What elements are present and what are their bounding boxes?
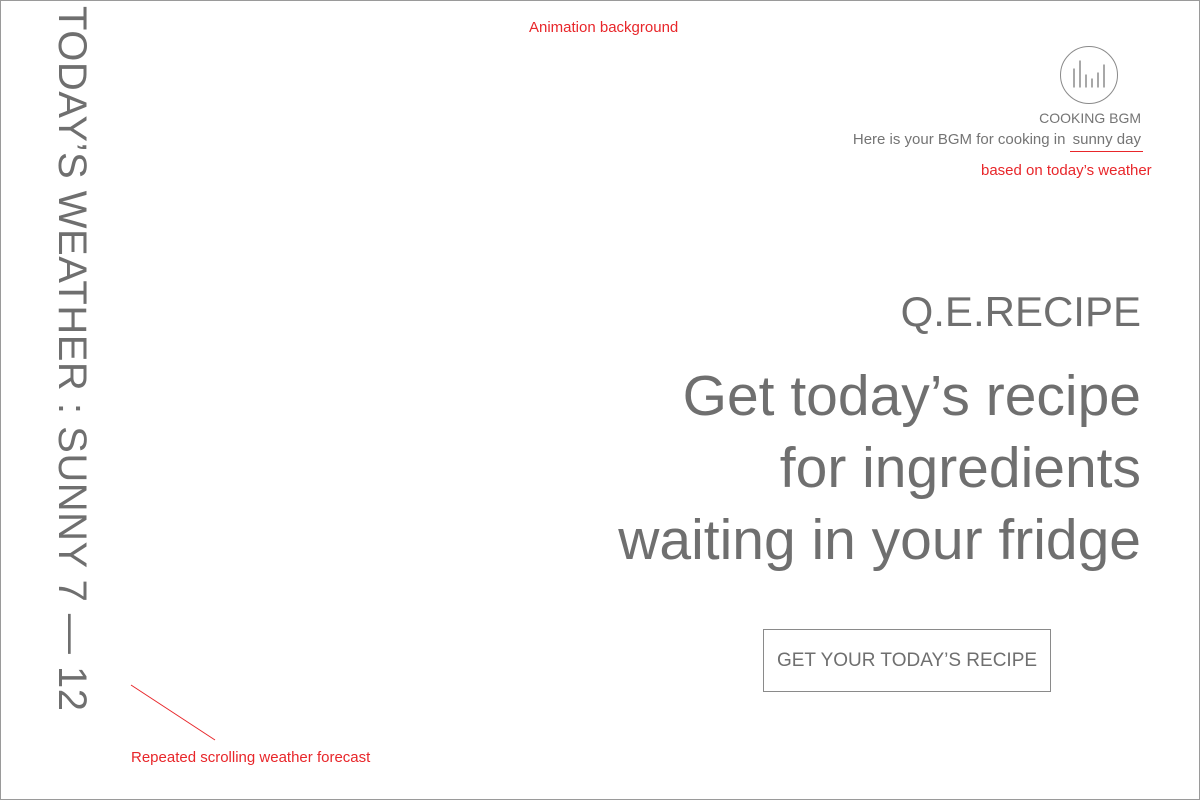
annotation-scrolling-forecast: Repeated scrolling weather forecast bbox=[131, 749, 371, 766]
headline-line: Get today’s recipe bbox=[682, 364, 1141, 428]
headline-line: waiting in your fridge bbox=[618, 508, 1141, 572]
get-recipe-button[interactable]: GET YOUR TODAY’S RECIPE bbox=[763, 629, 1051, 692]
bgm-title: COOKING BGM bbox=[1039, 110, 1141, 126]
bgm-weather-word: sunny day bbox=[1070, 131, 1141, 148]
annotation-leader-line bbox=[130, 684, 216, 741]
audio-equalizer-icon[interactable] bbox=[1060, 46, 1118, 104]
headline-line: for ingredients bbox=[779, 436, 1141, 500]
equalizer-bars bbox=[1073, 60, 1105, 88]
annotation-animation-background: Animation background bbox=[529, 19, 679, 36]
weather-ticker: TODAY’S WEATHER : SUNNY 7 — 12 bbox=[50, 6, 94, 712]
headline: Get today’s recipe for ingredients waiti… bbox=[618, 360, 1141, 576]
bgm-description: Here is your BGM for cooking in sunny da… bbox=[853, 131, 1141, 148]
brand-name: Q.E.RECIPE bbox=[900, 288, 1141, 335]
bgm-description-prefix: Here is your BGM for cooking in bbox=[852, 131, 1066, 148]
annotation-based-on-weather: based on today’s weather bbox=[981, 162, 1152, 179]
